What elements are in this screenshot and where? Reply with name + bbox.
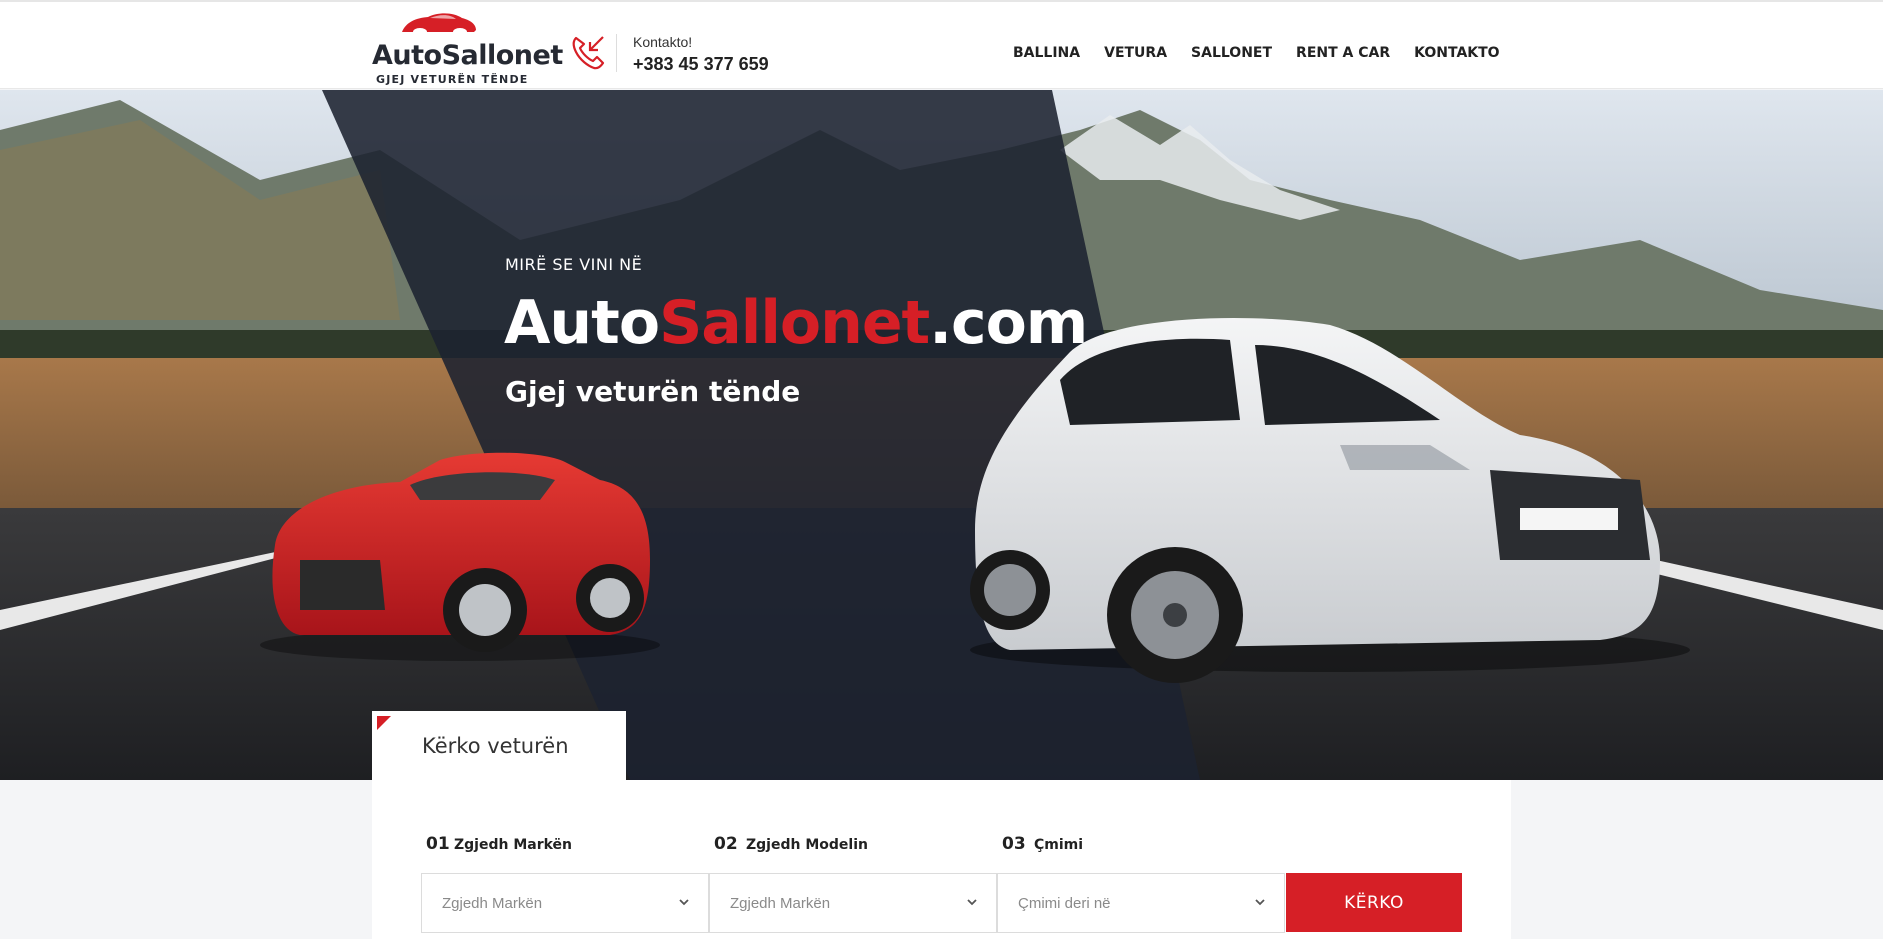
search-tab-corner-accent xyxy=(377,716,391,730)
hero-kicker: MIRË SE VINI NË xyxy=(505,255,643,274)
brand-select-value: Zgjedh Markën xyxy=(442,895,543,912)
hero-banner: MIRË SE VINI NË AutoSallonet.com Gjej ve… xyxy=(0,90,1883,780)
logo-name: AutoSallonet xyxy=(372,40,563,71)
field-brand-label: Zgjedh Markën xyxy=(454,837,573,853)
phone-call-icon xyxy=(572,36,605,70)
field-model-label: Zgjedh Modelin xyxy=(746,837,868,853)
main-nav: BALLINA VETURA SALLONET RENT A CAR KONTA… xyxy=(1013,45,1500,61)
price-select[interactable]: Çmimi deri në xyxy=(997,873,1285,933)
contact-divider xyxy=(616,34,617,72)
nav-item-kontakto[interactable]: KONTAKTO xyxy=(1414,45,1499,61)
chevron-down-icon xyxy=(679,899,689,906)
chevron-down-icon xyxy=(967,899,977,906)
price-select-value: Çmimi deri në xyxy=(1018,895,1111,912)
site-logo[interactable]: AutoSallonet GJEJ VETURËN TËNDE xyxy=(372,10,563,86)
search-button[interactable]: KËRKO xyxy=(1286,873,1462,932)
contact-phone[interactable]: +383 45 377 659 xyxy=(633,54,769,75)
nav-item-ballina[interactable]: BALLINA xyxy=(1013,45,1080,61)
hero-subtitle: Gjej veturën tënde xyxy=(505,375,801,408)
search-panel: 01 Zgjedh Markën Zgjedh Markën 02 Zgjedh… xyxy=(372,780,1511,939)
brand-select[interactable]: Zgjedh Markën xyxy=(421,873,709,933)
logo-tagline: GJEJ VETURËN TËNDE xyxy=(376,73,529,86)
nav-item-rent-a-car[interactable]: RENT A CAR xyxy=(1296,45,1390,61)
hero-title: AutoSallonet.com xyxy=(504,288,1088,358)
field-model-number: 02 xyxy=(714,834,738,854)
chevron-down-icon xyxy=(1255,899,1265,906)
model-select-value: Zgjedh Markën xyxy=(730,895,831,912)
nav-item-sallonet[interactable]: SALLONET xyxy=(1191,45,1272,61)
field-price-number: 03 xyxy=(1002,834,1026,854)
nav-item-vetura[interactable]: VETURA xyxy=(1104,45,1167,61)
logo-car-icon xyxy=(402,13,476,36)
field-brand-number: 01 xyxy=(426,834,450,854)
field-price-label: Çmimi xyxy=(1034,837,1084,853)
contact-label: Kontakto! xyxy=(633,34,693,50)
hero-title-part-sallonet: Sallonet xyxy=(659,288,930,358)
hero-background-image xyxy=(0,90,1883,780)
site-header: AutoSallonet GJEJ VETURËN TËNDE Kontakto… xyxy=(0,2,1883,89)
search-tab[interactable]: Kërko veturën xyxy=(372,711,626,781)
hero-title-part-auto: Auto xyxy=(504,288,660,358)
model-select[interactable]: Zgjedh Markën xyxy=(709,873,997,933)
search-tab-label: Kërko veturën xyxy=(422,734,569,758)
hero-title-part-com: .com xyxy=(929,288,1088,358)
